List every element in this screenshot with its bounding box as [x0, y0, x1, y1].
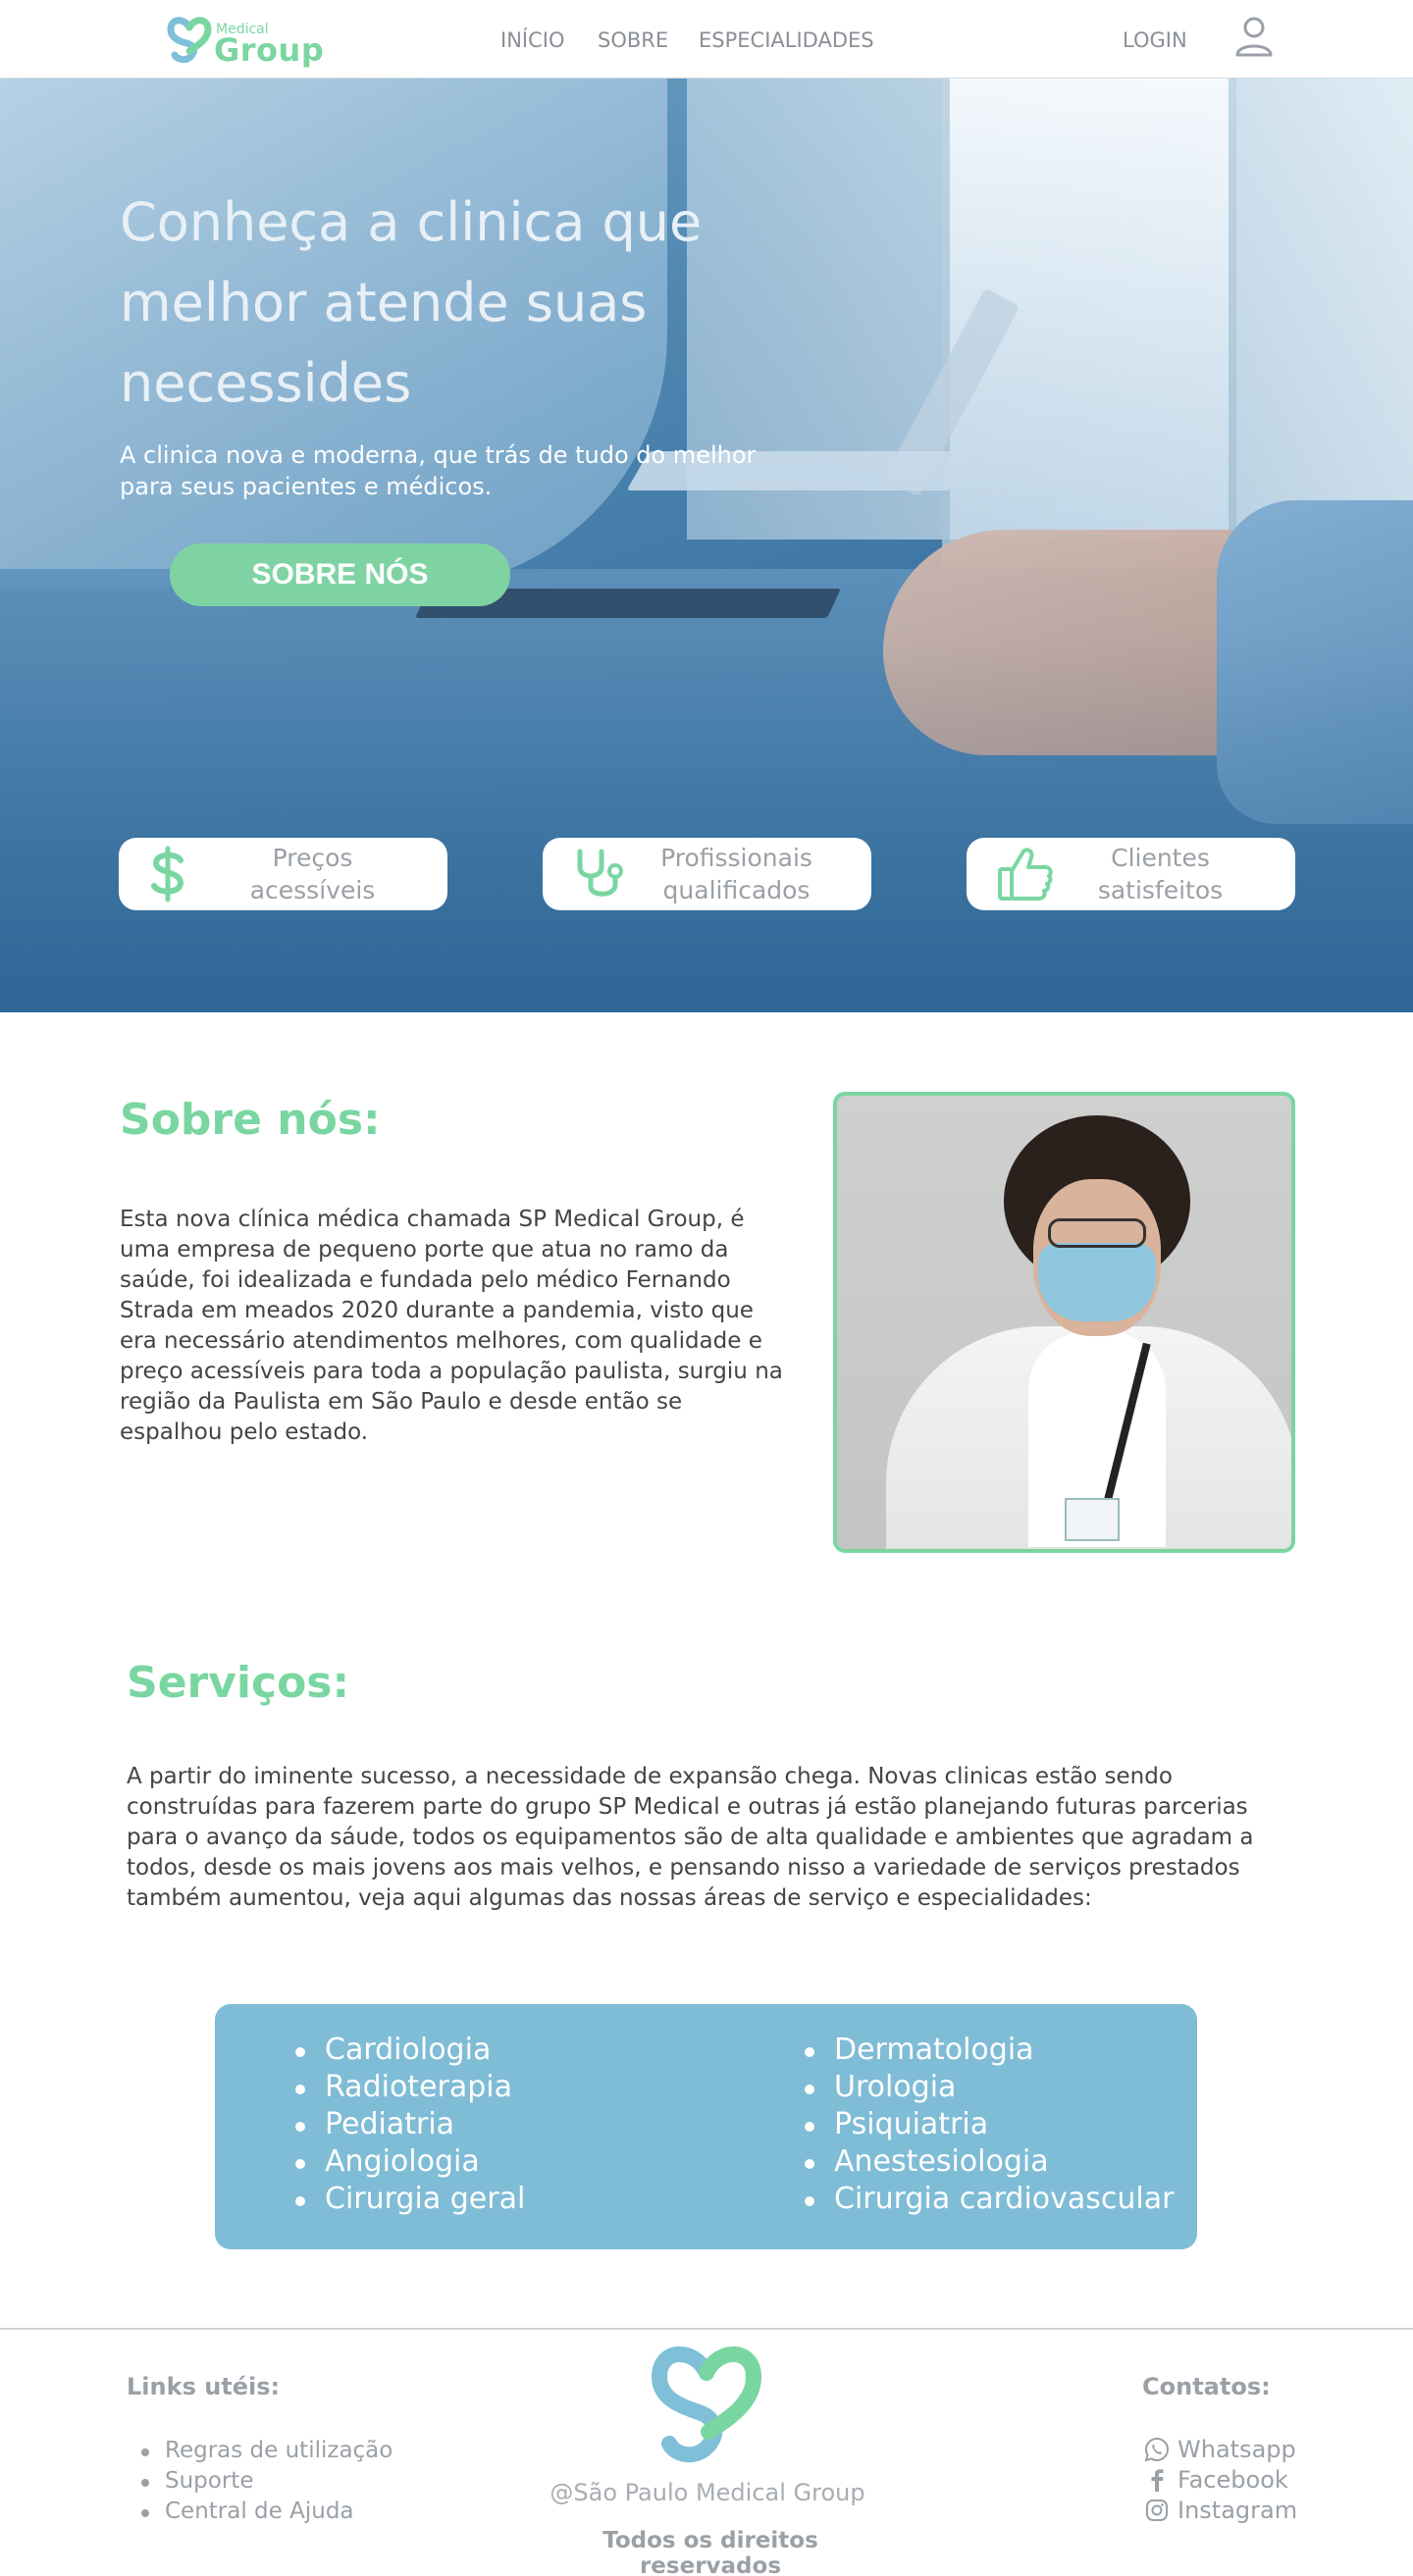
footer-link-central[interactable]: Central de Ajuda	[137, 2497, 392, 2527]
list-item: Anestesiologia	[801, 2143, 1174, 2181]
photo-mask	[1038, 1243, 1156, 1321]
feature-label: Clientes satisfeitos	[1035, 842, 1285, 906]
whatsapp-icon	[1144, 2437, 1170, 2461]
feature-label-line2: acessíveis	[249, 876, 376, 904]
specialties-list-left: Cardiologia Radioterapia Pediatria Angio…	[291, 2032, 525, 2218]
footer-logo-heart-icon	[651, 2346, 762, 2463]
sobre-title: Sobre nós:	[120, 1095, 381, 1145]
specialties-list-right: Dermatologia Urologia Psiquiatria Aneste…	[801, 2032, 1174, 2218]
contact-label: Whatsapp	[1178, 2435, 1296, 2463]
feature-label: Profissionais qualificados	[611, 842, 862, 906]
feature-label-line2: qualificados	[662, 876, 811, 904]
contact-label: Instagram	[1178, 2496, 1298, 2524]
list-item: Pediatria	[291, 2106, 525, 2143]
feature-label-line1: Clientes	[1111, 844, 1210, 872]
contact-whatsapp[interactable]: Whatsapp	[1144, 2434, 1297, 2464]
footer-link-regras[interactable]: Regras de utilização	[137, 2436, 392, 2466]
hero-section: Conheça a clinica que melhor atende suas…	[0, 78, 1413, 1012]
instagram-icon	[1146, 2499, 1168, 2521]
logo-big-text: Group	[214, 31, 325, 69]
photo-badge	[1065, 1498, 1120, 1541]
footer-links-title: Links utéis:	[127, 2373, 281, 2400]
hero-subtitle: A clinica nova e moderna, que trás de tu…	[120, 441, 757, 500]
logo[interactable]: Medical Group	[167, 14, 324, 69]
nav-sobre[interactable]: SOBRE	[598, 28, 668, 52]
contact-label: Facebook	[1178, 2465, 1288, 2494]
facebook-icon	[1151, 2468, 1164, 2492]
feature-label-line1: Profissionais	[660, 844, 812, 872]
footer-contacts: Whatsapp Facebook Instagram	[1144, 2434, 1297, 2525]
list-item: Angiologia	[291, 2143, 525, 2181]
footer-rights: Todos os direitos reservados	[602, 2528, 818, 2576]
list-item: Cirurgia geral	[291, 2181, 525, 2218]
list-item: Radioterapia	[291, 2069, 525, 2106]
photo-glasses	[1048, 1218, 1146, 1248]
feature-clientes: Clientes satisfeitos	[967, 838, 1295, 910]
user-icon[interactable]	[1234, 16, 1274, 57]
specialties-box: Cardiologia Radioterapia Pediatria Angio…	[215, 2004, 1197, 2249]
feature-label-line2: satisfeitos	[1097, 876, 1224, 904]
contact-facebook[interactable]: Facebook	[1144, 2464, 1297, 2495]
contact-instagram[interactable]: Instagram	[1144, 2495, 1297, 2525]
list-item: Urologia	[801, 2069, 1174, 2106]
hero-title: Conheça a clinica que melhor atende suas…	[120, 191, 703, 414]
nav-especialidades[interactable]: ESPECIALIDADES	[699, 28, 874, 52]
sobre-nos-button[interactable]: SOBRE NÓS	[170, 543, 510, 606]
feature-profissionais: Profissionais qualificados	[543, 838, 871, 910]
feature-label: Preços acessíveis	[187, 842, 438, 906]
founder-photo	[833, 1092, 1295, 1553]
nav-inicio[interactable]: INÍCIO	[500, 28, 564, 52]
servicos-text: A partir do iminente sucesso, a necessid…	[127, 1764, 1254, 1911]
logo-heart-icon	[167, 17, 212, 64]
list-item: Psiquiatria	[801, 2106, 1174, 2143]
nav-login[interactable]: LOGIN	[1123, 28, 1187, 52]
top-header: Medical Group INÍCIO SOBRE ESPECIALIDADE…	[0, 0, 1413, 78]
list-item: Cirurgia cardiovascular	[801, 2181, 1174, 2218]
dollar-icon	[151, 846, 184, 902]
feature-label-line1: Preços	[272, 844, 353, 872]
footer-contacts-title: Contatos:	[1142, 2373, 1271, 2400]
footer-links: Regras de utilização Suporte Central de …	[137, 2436, 392, 2527]
servicos-title: Serviços:	[127, 1658, 350, 1708]
footer: Links utéis: Regras de utilização Suport…	[0, 2328, 1413, 2576]
list-item: Dermatologia	[801, 2032, 1174, 2069]
sobre-text: Esta nova clínica médica chamada SP Medi…	[120, 1207, 783, 1445]
list-item: Cardiologia	[291, 2032, 525, 2069]
feature-precos: Preços acessíveis	[119, 838, 447, 910]
footer-copyright: @São Paulo Medical Group	[550, 2479, 865, 2506]
footer-link-suporte[interactable]: Suporte	[137, 2466, 392, 2497]
